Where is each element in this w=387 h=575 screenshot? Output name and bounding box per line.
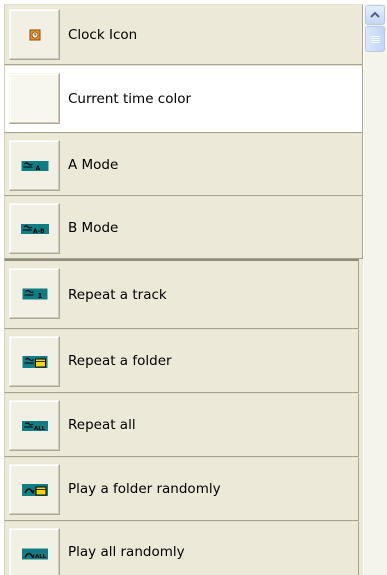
random-folder-button[interactable] bbox=[9, 464, 60, 515]
repeat-all-button[interactable]: ALL bbox=[9, 400, 60, 451]
svg-text:ALL: ALL bbox=[34, 426, 46, 431]
list-item-repeat-all[interactable]: ALL Repeat all bbox=[4, 393, 359, 457]
svg-text:1: 1 bbox=[37, 292, 42, 300]
list-item-clock-icon[interactable]: Clock Icon bbox=[4, 4, 363, 65]
vertical-scrollbar[interactable] bbox=[364, 4, 387, 575]
repeat-folder-button[interactable] bbox=[9, 336, 60, 387]
repeat-track-icon: 1 bbox=[22, 288, 47, 299]
item-label-random-folder: Play a folder randomly bbox=[68, 481, 221, 497]
scroll-up-button[interactable] bbox=[365, 5, 385, 25]
item-label-b-mode: B Mode bbox=[68, 219, 119, 236]
item-label-clock-icon: Clock Icon bbox=[68, 26, 138, 43]
b-mode-button[interactable]: A-B bbox=[9, 203, 60, 254]
b-mode-icon: A-B bbox=[20, 223, 49, 234]
thumb-grip bbox=[371, 36, 380, 43]
svg-text:A-B: A-B bbox=[33, 228, 45, 234]
svg-text:ALL: ALL bbox=[35, 554, 47, 560]
list-item-repeat-track[interactable]: 1 Repeat a track bbox=[4, 259, 359, 329]
current-time-color-swatch[interactable] bbox=[9, 73, 60, 124]
repeat-track-button[interactable]: 1 bbox=[9, 268, 60, 319]
scrollbar-thumb[interactable] bbox=[365, 26, 385, 52]
clock-icon-button[interactable] bbox=[9, 9, 60, 60]
svg-text:A: A bbox=[35, 165, 40, 171]
item-label-random-all: Play all randomly bbox=[68, 544, 185, 560]
repeat-folder-icon bbox=[22, 355, 47, 368]
a-mode-icon: A bbox=[21, 160, 48, 171]
random-all-icon: ALL bbox=[21, 548, 48, 560]
item-label-a-mode: A Mode bbox=[68, 156, 119, 173]
list-item-repeat-folder[interactable]: Repeat a folder bbox=[4, 329, 359, 393]
item-label-current-time-color: Current time color bbox=[68, 91, 192, 107]
clock-icon bbox=[29, 29, 40, 40]
mode-icon-list: Clock Icon Current time color A A Mode A… bbox=[4, 4, 363, 575]
item-label-repeat-all: Repeat all bbox=[68, 417, 136, 433]
item-label-repeat-track: Repeat a track bbox=[68, 286, 167, 303]
list-item-random-all[interactable]: ALL Play all randomly bbox=[4, 521, 359, 575]
a-mode-button[interactable]: A bbox=[9, 140, 60, 191]
list-item-current-time-color[interactable]: Current time color bbox=[4, 65, 363, 133]
random-folder-icon bbox=[21, 483, 48, 496]
chevron-up-icon bbox=[370, 11, 380, 18]
list-item-b-mode[interactable]: A-B B Mode bbox=[4, 196, 363, 259]
item-label-repeat-folder: Repeat a folder bbox=[68, 353, 172, 369]
list-item-a-mode[interactable]: A A Mode bbox=[4, 133, 363, 196]
random-all-button[interactable]: ALL bbox=[9, 528, 60, 575]
list-item-random-folder[interactable]: Play a folder randomly bbox=[4, 457, 359, 521]
repeat-all-icon: ALL bbox=[21, 420, 48, 431]
